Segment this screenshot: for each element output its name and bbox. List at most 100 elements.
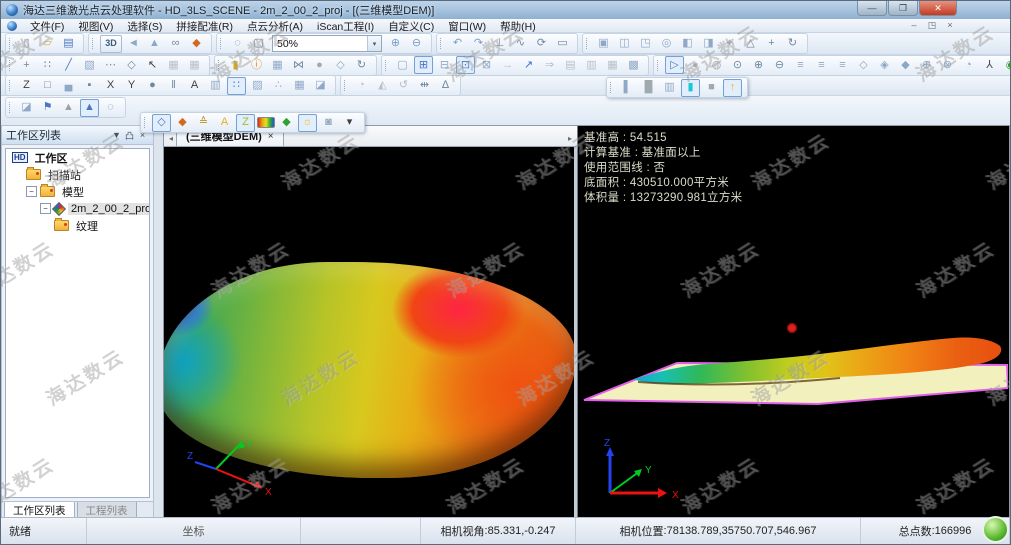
toolbar-grip[interactable] xyxy=(385,60,388,71)
tripod-icon[interactable]: ⅄ xyxy=(980,56,999,74)
globe-icon[interactable]: ◍ xyxy=(707,56,726,74)
select-subtract-icon[interactable]: ⊟ xyxy=(435,56,454,74)
toolbar-grip[interactable] xyxy=(220,38,223,49)
reference-point-marker[interactable] xyxy=(788,324,797,333)
merge-icon[interactable]: ⋈ xyxy=(289,56,308,74)
terrain-flag-icon[interactable]: ⚑ xyxy=(38,99,57,117)
columns-pair-icon[interactable]: ▌ xyxy=(618,79,637,97)
menu-registration[interactable]: 拼接配准(R) xyxy=(169,21,240,33)
select-point-icon[interactable]: ⊡ xyxy=(456,56,475,74)
y-filter-icon[interactable]: Y xyxy=(122,77,141,95)
open-file-icon[interactable]: ▱ xyxy=(38,35,57,53)
scanlines-icon[interactable]: ‖ xyxy=(164,77,183,95)
status-indicator-green[interactable] xyxy=(982,516,1009,543)
rect-filter-icon[interactable]: □ xyxy=(38,77,57,95)
lasso-select-icon[interactable]: ◌ xyxy=(228,35,247,53)
sphere-rotate-icon[interactable]: ⊗ xyxy=(938,56,957,74)
refresh-icon[interactable]: ⟳ xyxy=(532,35,551,53)
label-z-icon[interactable]: Z xyxy=(236,114,255,132)
magnifier-icon[interactable]: ⊙ xyxy=(728,56,747,74)
combo-dropdown-icon[interactable]: ▾ xyxy=(367,36,381,51)
point-display-icon[interactable]: ● xyxy=(143,77,162,95)
brush-icon[interactable]: ▧ xyxy=(80,56,99,74)
grid-small-icon[interactable]: ▤ xyxy=(561,56,580,74)
orbit-icon[interactable]: ↻ xyxy=(783,35,802,53)
tree-expander-icon[interactable]: − xyxy=(26,186,37,197)
focus-remove-icon[interactable]: ⊖ xyxy=(770,56,789,74)
toolbar-grip[interactable] xyxy=(9,80,12,91)
cube-top-icon[interactable]: ◆ xyxy=(896,56,915,74)
dock-pin-button[interactable]: 凸 xyxy=(123,129,136,142)
draw-line-icon[interactable]: ╱ xyxy=(59,56,78,74)
orbit-sphere-icon[interactable]: ● xyxy=(686,56,705,74)
small-rect-icon[interactable]: ▪ xyxy=(80,77,99,95)
label-a-icon[interactable]: A xyxy=(215,114,234,132)
save-icon[interactable]: ▤ xyxy=(59,35,78,53)
rect-zoom-icon[interactable]: ▢ xyxy=(249,35,268,53)
last-step-icon[interactable]: ⇒ xyxy=(540,56,559,74)
triple-column-icon[interactable]: ▥ xyxy=(660,79,679,97)
cube-front-icon[interactable]: ◇ xyxy=(854,56,873,74)
undo-icon[interactable]: ↶ xyxy=(448,35,467,53)
axis-tool-icon[interactable]: ⊥ xyxy=(490,35,509,53)
profile-tool-icon[interactable]: ∿ xyxy=(511,35,530,53)
move-icon[interactable]: + xyxy=(762,35,781,53)
crosshair-icon[interactable]: + xyxy=(17,56,36,74)
pick-points-icon[interactable]: ∷ xyxy=(38,56,57,74)
ruler-vertical-icon[interactable]: ▮ xyxy=(226,56,245,74)
new-file-icon[interactable]: ▯ xyxy=(17,35,36,53)
tree-item-texture[interactable]: 纹理 xyxy=(6,217,149,234)
light-icon[interactable]: ☼ xyxy=(298,114,317,132)
point-set-icon[interactable]: ⋯ xyxy=(101,56,120,74)
menu-select[interactable]: 选择(S) xyxy=(120,21,169,33)
select-add-icon[interactable]: ⊞ xyxy=(414,56,433,74)
door-icon[interactable]: ▮ xyxy=(681,79,700,97)
browse-icon[interactable]: ∞ xyxy=(166,35,185,53)
wireframe-diamond-icon[interactable]: ◇ xyxy=(152,114,171,132)
toolbar-grip[interactable] xyxy=(218,60,221,71)
tree-item-models[interactable]: −模型 xyxy=(6,183,149,200)
rainbow-render-icon[interactable] xyxy=(257,117,275,128)
toolbar-grip[interactable] xyxy=(344,80,347,91)
tab-scroll-right-icon[interactable]: ▸ xyxy=(565,134,575,146)
toolbar-grip[interactable] xyxy=(440,38,443,49)
menu-view[interactable]: 视图(V) xyxy=(71,21,120,33)
camera-back-icon[interactable]: ◄ xyxy=(124,35,143,53)
camera-pose-icon[interactable]: ⌖ xyxy=(720,35,739,53)
minimize-button[interactable]: — xyxy=(857,1,887,16)
half-shade-icon[interactable]: ◪ xyxy=(311,77,330,95)
palette-more-icon[interactable]: ▾ xyxy=(340,114,359,132)
info-icon[interactable]: ⓘ xyxy=(247,56,266,74)
sphere-axis-icon[interactable]: ⊕ xyxy=(917,56,936,74)
camera-top-icon[interactable]: ▲ xyxy=(145,35,164,53)
medium-points-icon[interactable]: ∴ xyxy=(269,77,288,95)
checker-icon[interactable]: ▩ xyxy=(624,56,643,74)
z-filter-icon[interactable]: Z xyxy=(17,77,36,95)
camera-capture-icon[interactable]: ◙ xyxy=(319,114,338,132)
menu-iscan-project[interactable]: iScan工程(I) xyxy=(310,21,381,33)
toolbar-grip[interactable] xyxy=(586,38,589,49)
color-diamond-icon[interactable]: ◆ xyxy=(173,114,192,132)
dem-3d-viewport[interactable]: Y X Z xyxy=(164,147,577,519)
split-vertical-icon[interactable]: ◨ xyxy=(699,35,718,53)
solid-block-icon[interactable]: █ xyxy=(639,79,658,97)
toolbar-grip[interactable] xyxy=(144,117,147,128)
grid-large-icon[interactable]: ▦ xyxy=(603,56,622,74)
cube-icon[interactable]: ◇ xyxy=(331,56,350,74)
circle-refresh-icon[interactable]: ↺ xyxy=(394,77,413,95)
block-icon[interactable]: ■ xyxy=(702,79,721,97)
sphere-icon[interactable]: ● xyxy=(310,56,329,74)
menu-custom[interactable]: 自定义(C) xyxy=(381,21,441,33)
zoom-out-icon[interactable]: ⊖ xyxy=(407,35,426,53)
stamp-icon[interactable]: ▄ xyxy=(59,77,78,95)
copy-station-icon[interactable]: ◫ xyxy=(615,35,634,53)
region-outline-icon[interactable]: ◌ xyxy=(101,99,120,117)
toolbar-grip[interactable] xyxy=(92,38,95,49)
stairs-up-icon[interactable]: ≡ xyxy=(791,56,810,74)
mesh-icon[interactable]: ▦ xyxy=(268,56,287,74)
menu-file[interactable]: 文件(F) xyxy=(23,21,71,33)
target-green-icon[interactable]: ◉ xyxy=(1001,56,1011,74)
zoom-level-combo[interactable]: 50%▾ xyxy=(272,35,382,52)
jump-icon[interactable]: ↗ xyxy=(519,56,538,74)
slope-icon[interactable]: ∆ xyxy=(436,77,455,95)
